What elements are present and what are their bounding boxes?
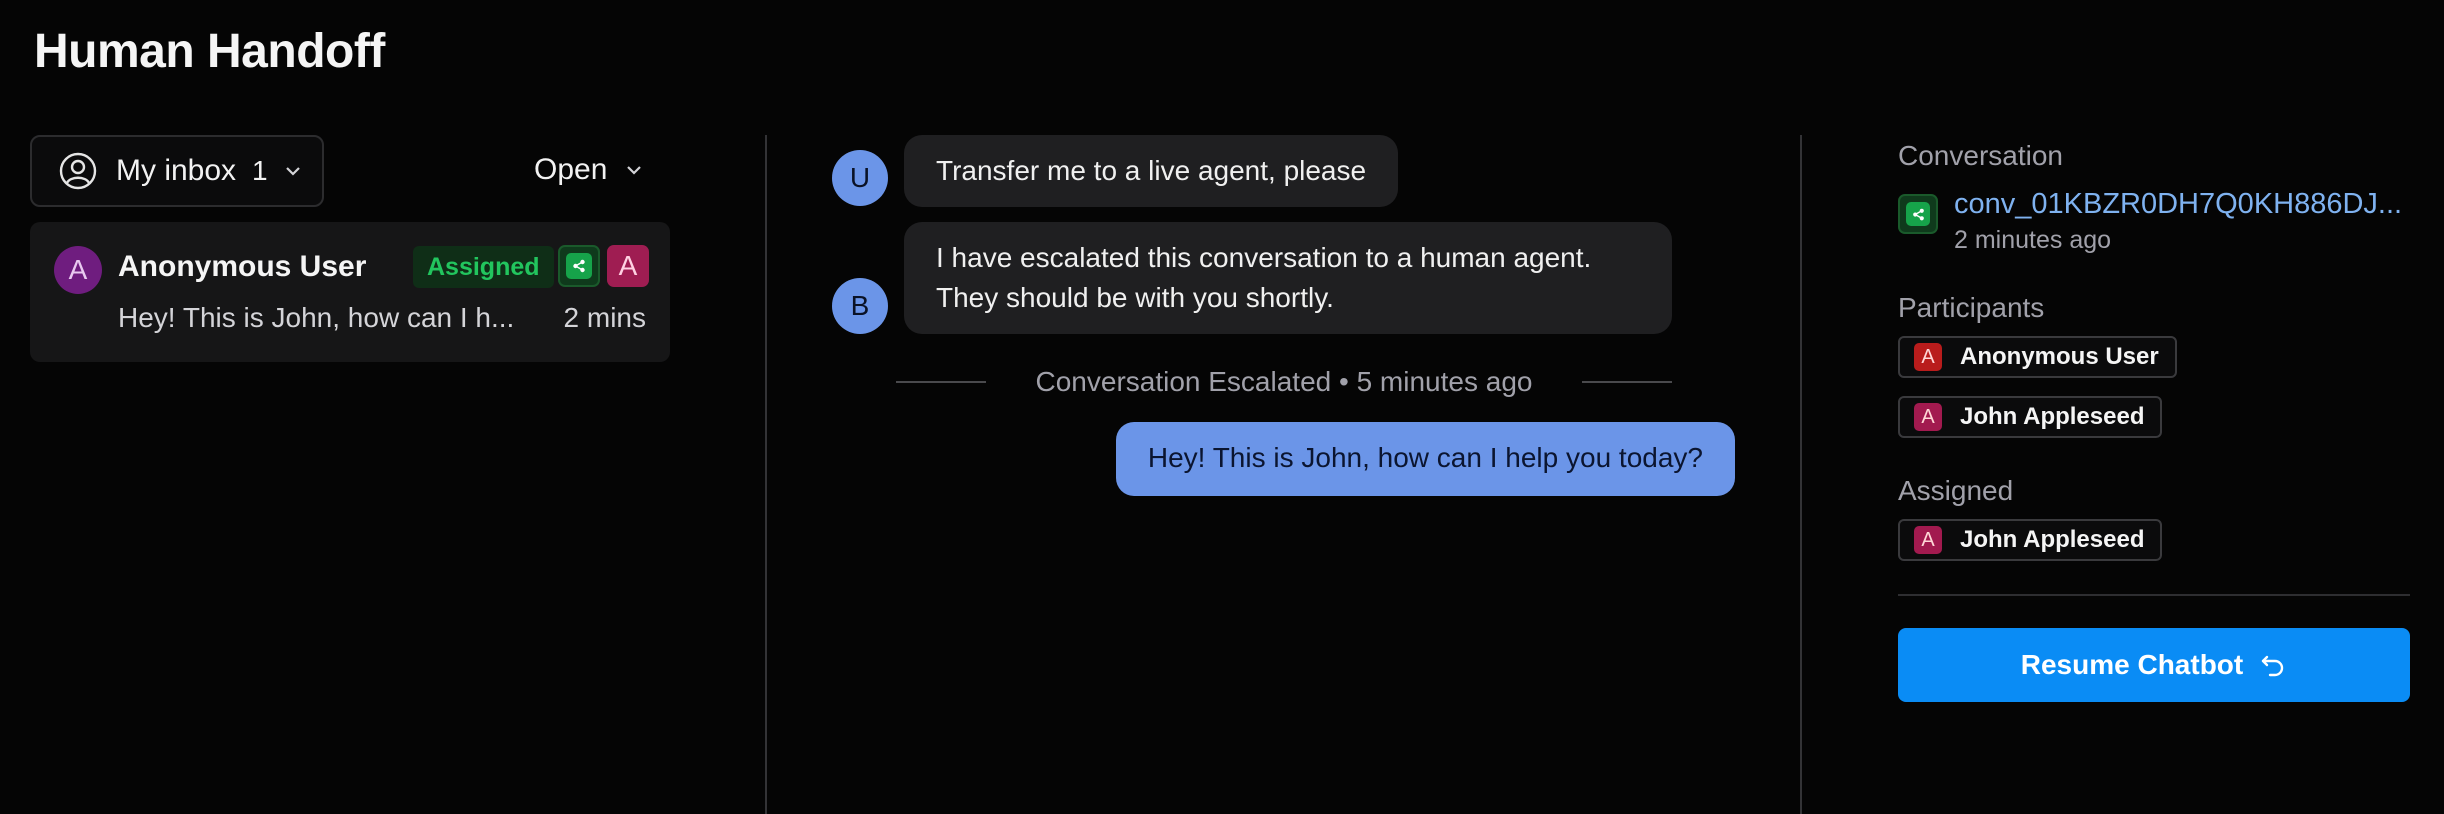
- user-circle-icon: [59, 152, 97, 190]
- agent-message: Hey! This is John, how can I help you to…: [1115, 422, 1735, 496]
- bot-message: I have escalated this conversation to a …: [904, 222, 1672, 334]
- conversation-preview: Hey! This is John, how can I h...: [118, 302, 515, 333]
- escalation-text: Conversation Escalated • 5 minutes ago: [1035, 366, 1533, 397]
- status-filter-label: Open: [534, 153, 608, 186]
- participant-chip[interactable]: A John Appleseed: [1898, 396, 2163, 438]
- participant-name: Anonymous User: [1960, 343, 2159, 370]
- conversation-timestamp: 2 minutes ago: [1954, 226, 2112, 254]
- column-divider: [1800, 135, 1802, 814]
- column-divider: [765, 135, 767, 814]
- assignee-chip[interactable]: A John Appleseed: [1898, 519, 2163, 561]
- conversation-time: 2 mins: [563, 302, 646, 333]
- page-title: Human Handoff: [34, 25, 385, 78]
- assignee-name: John Appleseed: [1960, 526, 2145, 553]
- conversation-id-link[interactable]: conv_01KBZR0DH7Q0KH886DJ...: [1954, 188, 2410, 221]
- conversation-section-label: Conversation: [1898, 140, 2063, 171]
- user-message: Transfer me to a live agent, please: [904, 135, 1399, 207]
- chevron-down-icon: [285, 167, 300, 176]
- share-icon: [558, 245, 600, 287]
- conversation-list-item[interactable]: A Anonymous User Assigned A Hey! This is…: [30, 222, 670, 362]
- inbox-count: 1: [252, 155, 268, 186]
- assignee-avatar: A: [607, 245, 649, 287]
- user-avatar: U: [832, 150, 888, 206]
- participants-section-label: Participants: [1898, 292, 2045, 323]
- participant-avatar: A: [1914, 403, 1942, 431]
- message-text: Transfer me to a live agent, please: [936, 155, 1367, 186]
- undo-icon: [2262, 655, 2284, 677]
- escalation-event: Conversation Escalated • 5 minutes ago: [896, 362, 1672, 402]
- divider-line: [1582, 381, 1672, 383]
- section-divider: [1898, 594, 2410, 596]
- assignee-avatar: A: [1914, 526, 1942, 554]
- resume-chatbot-button[interactable]: Resume Chatbot: [1898, 628, 2410, 702]
- inbox-selector[interactable]: My inbox 1: [30, 135, 324, 207]
- human-handoff-page: Human Handoff My inbox 1 Open A Anonymou…: [0, 0, 2444, 814]
- participant-chip[interactable]: A Anonymous User: [1898, 336, 2177, 378]
- share-icon: [1898, 194, 1938, 234]
- assigned-section-label: Assigned: [1898, 475, 2014, 506]
- participant-avatar: A: [1914, 343, 1942, 371]
- message-text-line: I have escalated this conversation to a …: [936, 242, 1592, 273]
- participant-name: John Appleseed: [1960, 403, 2145, 430]
- bot-avatar: B: [832, 278, 888, 334]
- avatar: A: [54, 246, 102, 294]
- chevron-down-icon: [627, 166, 642, 175]
- message-text-line: They should be with you shortly.: [936, 282, 1334, 313]
- status-filter-dropdown[interactable]: Open: [534, 150, 645, 190]
- resume-chatbot-label: Resume Chatbot: [2020, 649, 2244, 680]
- inbox-label: My inbox: [116, 154, 237, 187]
- status-badge: Assigned: [413, 246, 554, 288]
- divider-line: [896, 381, 986, 383]
- conversation-user-name: Anonymous User: [118, 250, 367, 283]
